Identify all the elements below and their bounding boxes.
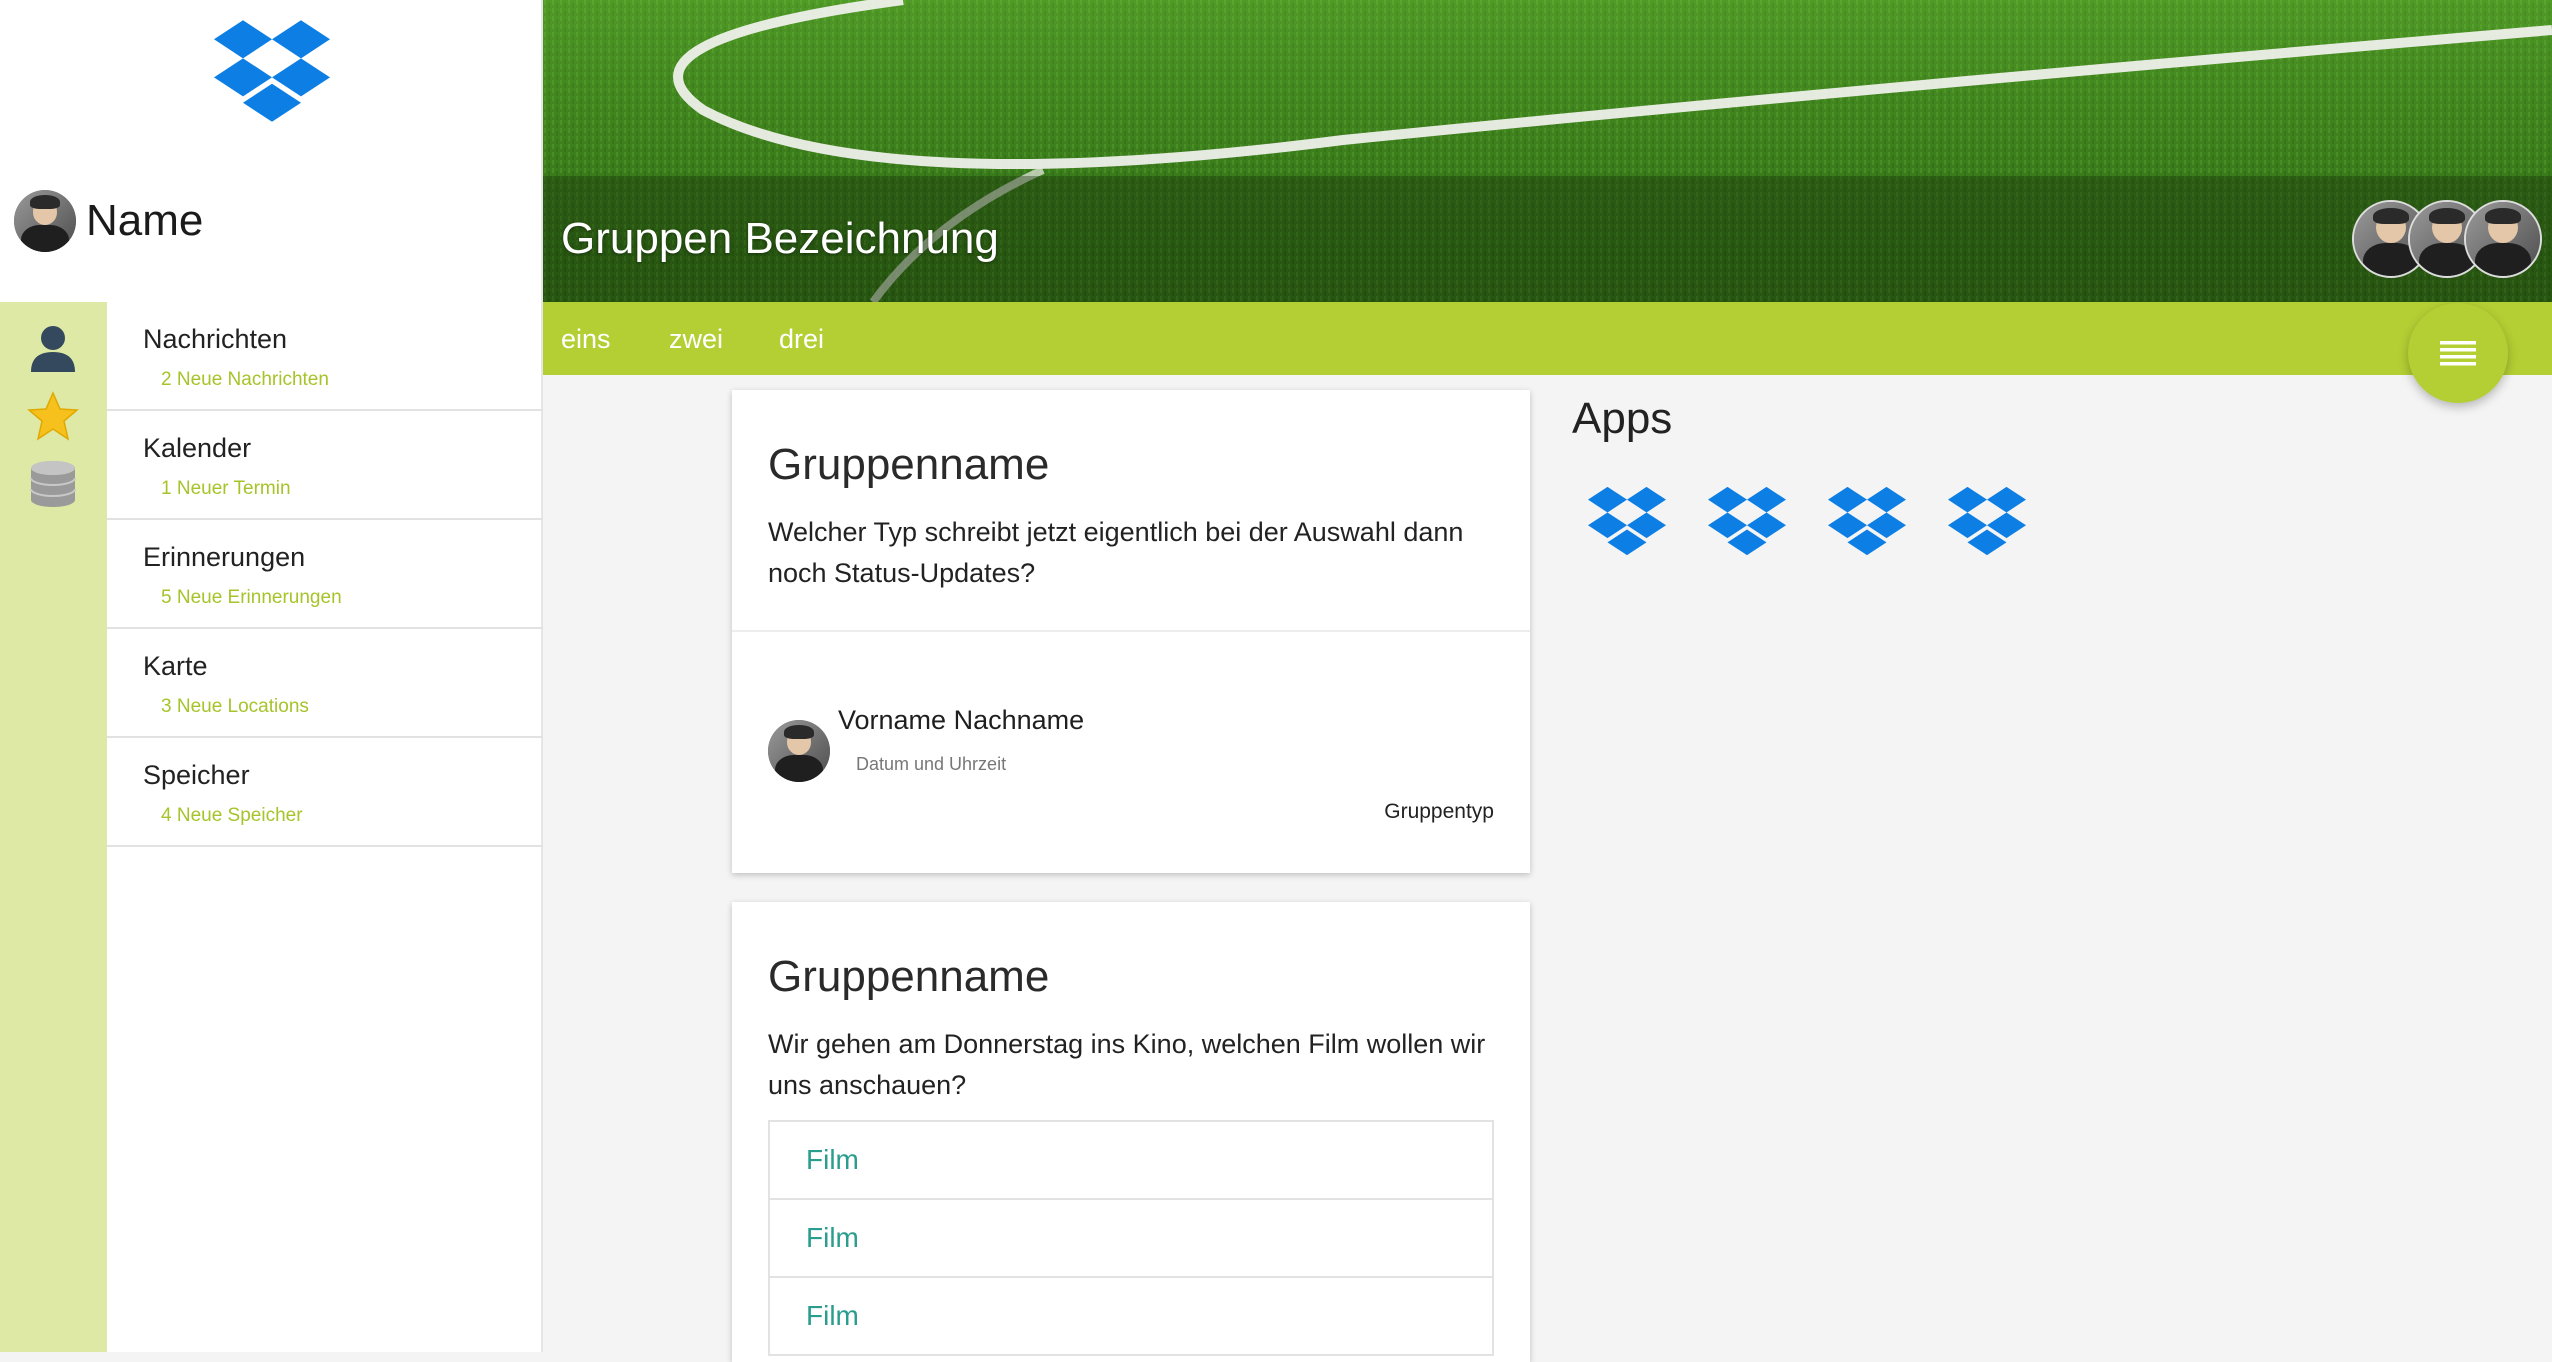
- tab-bar: eins zwei drei: [543, 302, 2552, 375]
- poll-option[interactable]: Film: [770, 1122, 1492, 1200]
- avatar[interactable]: [2464, 200, 2542, 278]
- group-members[interactable]: [2352, 200, 2542, 280]
- sidebar-item-nachrichten[interactable]: Nachrichten 2 Neue Nachrichten: [107, 302, 543, 411]
- sidebar: Name Nachrichten 2 Neue Nachrichten Kale…: [0, 0, 543, 1352]
- poll-options: Film Film Film: [768, 1120, 1494, 1356]
- star-icon[interactable]: [26, 390, 80, 444]
- sidebar-item-count: 4 Neue Speicher: [161, 805, 303, 826]
- post-card: Gruppenname Welcher Typ schreibt jetzt e…: [732, 390, 1530, 873]
- avatar: [14, 190, 76, 252]
- sidebar-item-count: 2 Neue Nachrichten: [161, 369, 329, 390]
- sidebar-item-count: 5 Neue Erinnerungen: [161, 587, 342, 608]
- group-header-image: Gruppen Bezeichnung: [543, 0, 2552, 302]
- tab-eins[interactable]: eins: [561, 324, 611, 355]
- sidebar-item-count: 3 Neue Locations: [161, 696, 309, 717]
- group-type-label: Gruppentyp: [1384, 800, 1494, 823]
- card-title: Gruppenname: [768, 440, 1050, 489]
- dropbox-icon[interactable]: [1708, 484, 1786, 558]
- user-profile[interactable]: Name: [14, 188, 203, 254]
- avatar: [768, 720, 830, 782]
- sidebar-item-kalender[interactable]: Kalender 1 Neuer Termin: [107, 411, 543, 520]
- group-title: Gruppen Bezeichnung: [561, 214, 999, 263]
- author-name: Vorname Nachname: [838, 705, 1085, 735]
- menu-button[interactable]: [2408, 303, 2508, 403]
- dropbox-icon[interactable]: [1948, 484, 2026, 558]
- card-text: Wir gehen am Donnerstag ins Kino, welche…: [768, 1029, 1486, 1100]
- card-title: Gruppenname: [768, 952, 1050, 1001]
- post-author[interactable]: Vorname Nachname Datum und Uhrzeit: [768, 705, 1084, 782]
- sidebar-item-count: 1 Neuer Termin: [161, 478, 291, 499]
- icon-rail: [0, 302, 107, 1352]
- menu-icon: [2440, 341, 2476, 366]
- sidebar-item-label: Kalender: [143, 433, 252, 463]
- dropbox-icon[interactable]: [1828, 484, 1906, 558]
- sidebar-menu: Nachrichten 2 Neue Nachrichten Kalender …: [107, 302, 543, 847]
- sidebar-item-speicher[interactable]: Speicher 4 Neue Speicher: [107, 738, 543, 847]
- tab-zwei[interactable]: zwei: [669, 324, 723, 355]
- apps-heading: Apps: [1572, 394, 1673, 443]
- database-icon[interactable]: [26, 458, 80, 512]
- dropbox-icon[interactable]: [1588, 484, 1666, 558]
- tab-drei[interactable]: drei: [779, 324, 824, 355]
- sidebar-item-label: Erinnerungen: [143, 542, 306, 572]
- sidebar-item-label: Nachrichten: [143, 324, 288, 354]
- poll-option[interactable]: Film: [770, 1200, 1492, 1278]
- poll-option[interactable]: Film: [770, 1278, 1492, 1356]
- card-text: Welcher Typ schreibt jetzt eigentlich be…: [768, 517, 1464, 588]
- person-icon[interactable]: [26, 322, 80, 376]
- user-name: Name: [86, 196, 204, 245]
- sidebar-item-label: Speicher: [143, 760, 250, 790]
- poll-card: Gruppenname Wir gehen am Donnerstag ins …: [732, 902, 1530, 1362]
- sidebar-item-label: Karte: [143, 651, 208, 681]
- sidebar-item-karte[interactable]: Karte 3 Neue Locations: [107, 629, 543, 738]
- dropbox-icon: [213, 20, 330, 122]
- post-timestamp: Datum und Uhrzeit: [856, 754, 1007, 774]
- apps-list: [1588, 484, 2068, 558]
- app-logo[interactable]: [0, 0, 543, 140]
- sidebar-item-erinnerungen[interactable]: Erinnerungen 5 Neue Erinnerungen: [107, 520, 543, 629]
